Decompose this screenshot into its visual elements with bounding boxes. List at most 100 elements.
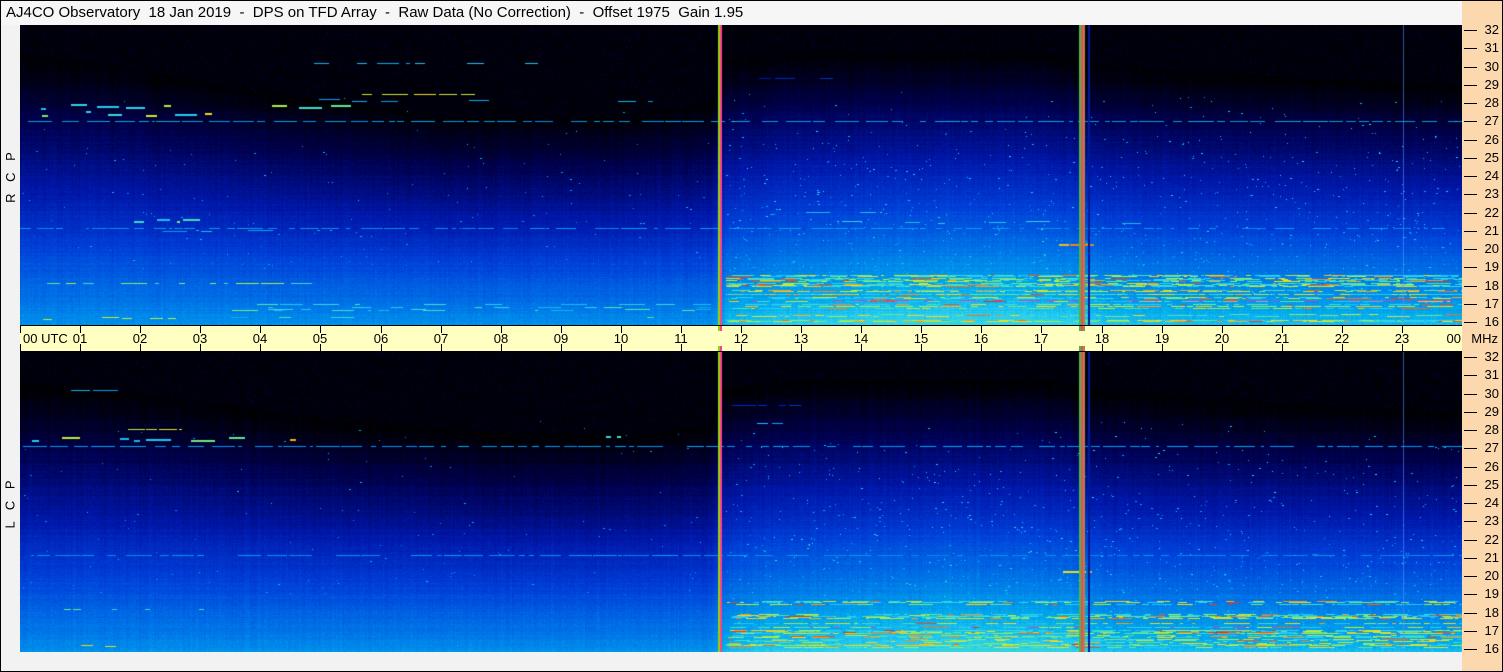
- hour-label: 23: [1387, 331, 1417, 346]
- freq-label: 26: [1477, 459, 1499, 474]
- hour-label: 19: [1147, 331, 1177, 346]
- freq-tick: [1464, 286, 1477, 287]
- freq-tick: [1464, 649, 1477, 650]
- hour-label: 12: [726, 331, 756, 346]
- freq-tick: [1464, 467, 1477, 468]
- freq-label: 22: [1477, 205, 1499, 220]
- app-window: AJ4CO Observatory 18 Jan 2019 - DPS on T…: [0, 0, 1503, 672]
- freq-label: 17: [1477, 623, 1499, 638]
- hour-label: 13: [786, 331, 816, 346]
- freq-tick: [1464, 121, 1477, 122]
- freq-label: 29: [1477, 404, 1499, 419]
- time-axis-right-label: 00: [1447, 331, 1461, 346]
- freq-tick: [1464, 448, 1477, 449]
- hour-label: 17: [1026, 331, 1056, 346]
- freq-tick: [1464, 357, 1477, 358]
- title-bar: AJ4CO Observatory 18 Jan 2019 - DPS on T…: [1, 1, 1462, 25]
- mhz-unit-label: MHz: [1471, 331, 1498, 346]
- freq-tick: [1464, 394, 1477, 395]
- hour-label: 09: [546, 331, 576, 346]
- marker-nub: [1079, 326, 1085, 331]
- freq-label: 20: [1477, 568, 1499, 583]
- freq-label: 20: [1477, 241, 1499, 256]
- freq-label: 31: [1477, 40, 1499, 55]
- hour-label: 07: [426, 331, 456, 346]
- freq-tick: [1464, 213, 1477, 214]
- marker-nub: [1079, 346, 1085, 351]
- freq-tick: [1464, 558, 1477, 559]
- freq-tick: [1464, 67, 1477, 68]
- panel-label-lcp: L C P: [1, 352, 20, 652]
- freq-label: 27: [1477, 440, 1499, 455]
- freq-tick: [1464, 48, 1477, 49]
- hour-label: 15: [906, 331, 936, 346]
- freq-tick: [1464, 304, 1477, 305]
- freq-label: 21: [1477, 223, 1499, 238]
- freq-label: 24: [1477, 168, 1499, 183]
- freq-tick: [1464, 267, 1477, 268]
- freq-tick: [1464, 322, 1477, 323]
- freq-label: 31: [1477, 367, 1499, 382]
- freq-tick: [1464, 231, 1477, 232]
- hour-label: 21: [1267, 331, 1297, 346]
- spectrogram-lcp: [20, 352, 1462, 652]
- freq-label: 19: [1477, 259, 1499, 274]
- freq-tick: [1464, 485, 1477, 486]
- freq-tick: [1464, 594, 1477, 595]
- hour-tick-top: [20, 326, 21, 333]
- freq-tick: [1464, 194, 1477, 195]
- freq-tick: [1464, 521, 1477, 522]
- freq-label: 28: [1477, 422, 1499, 437]
- hour-label: 18: [1087, 331, 1117, 346]
- time-axis-left-label: 00 UTC: [23, 331, 68, 346]
- hour-label: 08: [486, 331, 516, 346]
- freq-tick: [1464, 249, 1477, 250]
- freq-tick: [1464, 85, 1477, 86]
- panel-label-rcp: R C P: [1, 25, 20, 325]
- rcp-label-text: R C P: [3, 148, 18, 203]
- hour-label: 20: [1207, 331, 1237, 346]
- freq-label: 30: [1477, 59, 1499, 74]
- freq-label: 24: [1477, 495, 1499, 510]
- freq-label: 30: [1477, 386, 1499, 401]
- hour-label: 11: [666, 331, 696, 346]
- freq-label: 19: [1477, 586, 1499, 601]
- time-axis: 00 UTC 00 010203040506070809101112131415…: [20, 325, 1462, 352]
- freq-label: 29: [1477, 77, 1499, 92]
- freq-tick: [1464, 631, 1477, 632]
- freq-label: 16: [1477, 641, 1499, 656]
- freq-label: 32: [1477, 349, 1499, 364]
- marker-nub-stripe: [1083, 346, 1085, 351]
- freq-tick: [1464, 140, 1477, 141]
- hour-label: 01: [65, 331, 95, 346]
- freq-label: 18: [1477, 605, 1499, 620]
- freq-tick: [1464, 576, 1477, 577]
- freq-label: 28: [1477, 95, 1499, 110]
- freq-label: 21: [1477, 550, 1499, 565]
- freq-tick: [1464, 430, 1477, 431]
- freq-label: 25: [1477, 477, 1499, 492]
- freq-tick: [1464, 176, 1477, 177]
- freq-label: 17: [1477, 296, 1499, 311]
- freq-tick: [1464, 503, 1477, 504]
- freq-label: 22: [1477, 532, 1499, 547]
- freq-tick: [1464, 375, 1477, 376]
- marker-nub-stripe: [720, 326, 722, 331]
- freq-tick: [1464, 412, 1477, 413]
- marker-nub-stripe: [1083, 326, 1085, 331]
- freq-tick: [1464, 540, 1477, 541]
- spectrogram-rcp: [20, 25, 1462, 325]
- freq-tick: [1464, 103, 1477, 104]
- bottom-margin: [1, 652, 1462, 671]
- hour-label: 10: [606, 331, 636, 346]
- marker-nub: [718, 326, 722, 331]
- page-title: AJ4CO Observatory 18 Jan 2019 - DPS on T…: [6, 4, 743, 21]
- lcp-label-text: L C P: [3, 476, 18, 528]
- marker-nub-stripe: [720, 346, 722, 351]
- freq-tick: [1464, 613, 1477, 614]
- freq-tick: [1464, 30, 1477, 31]
- freq-label: 23: [1477, 513, 1499, 528]
- hour-label: 22: [1327, 331, 1357, 346]
- frequency-axis: MHz 323130292827262524232221201918171632…: [1462, 1, 1502, 671]
- hour-label: 04: [245, 331, 275, 346]
